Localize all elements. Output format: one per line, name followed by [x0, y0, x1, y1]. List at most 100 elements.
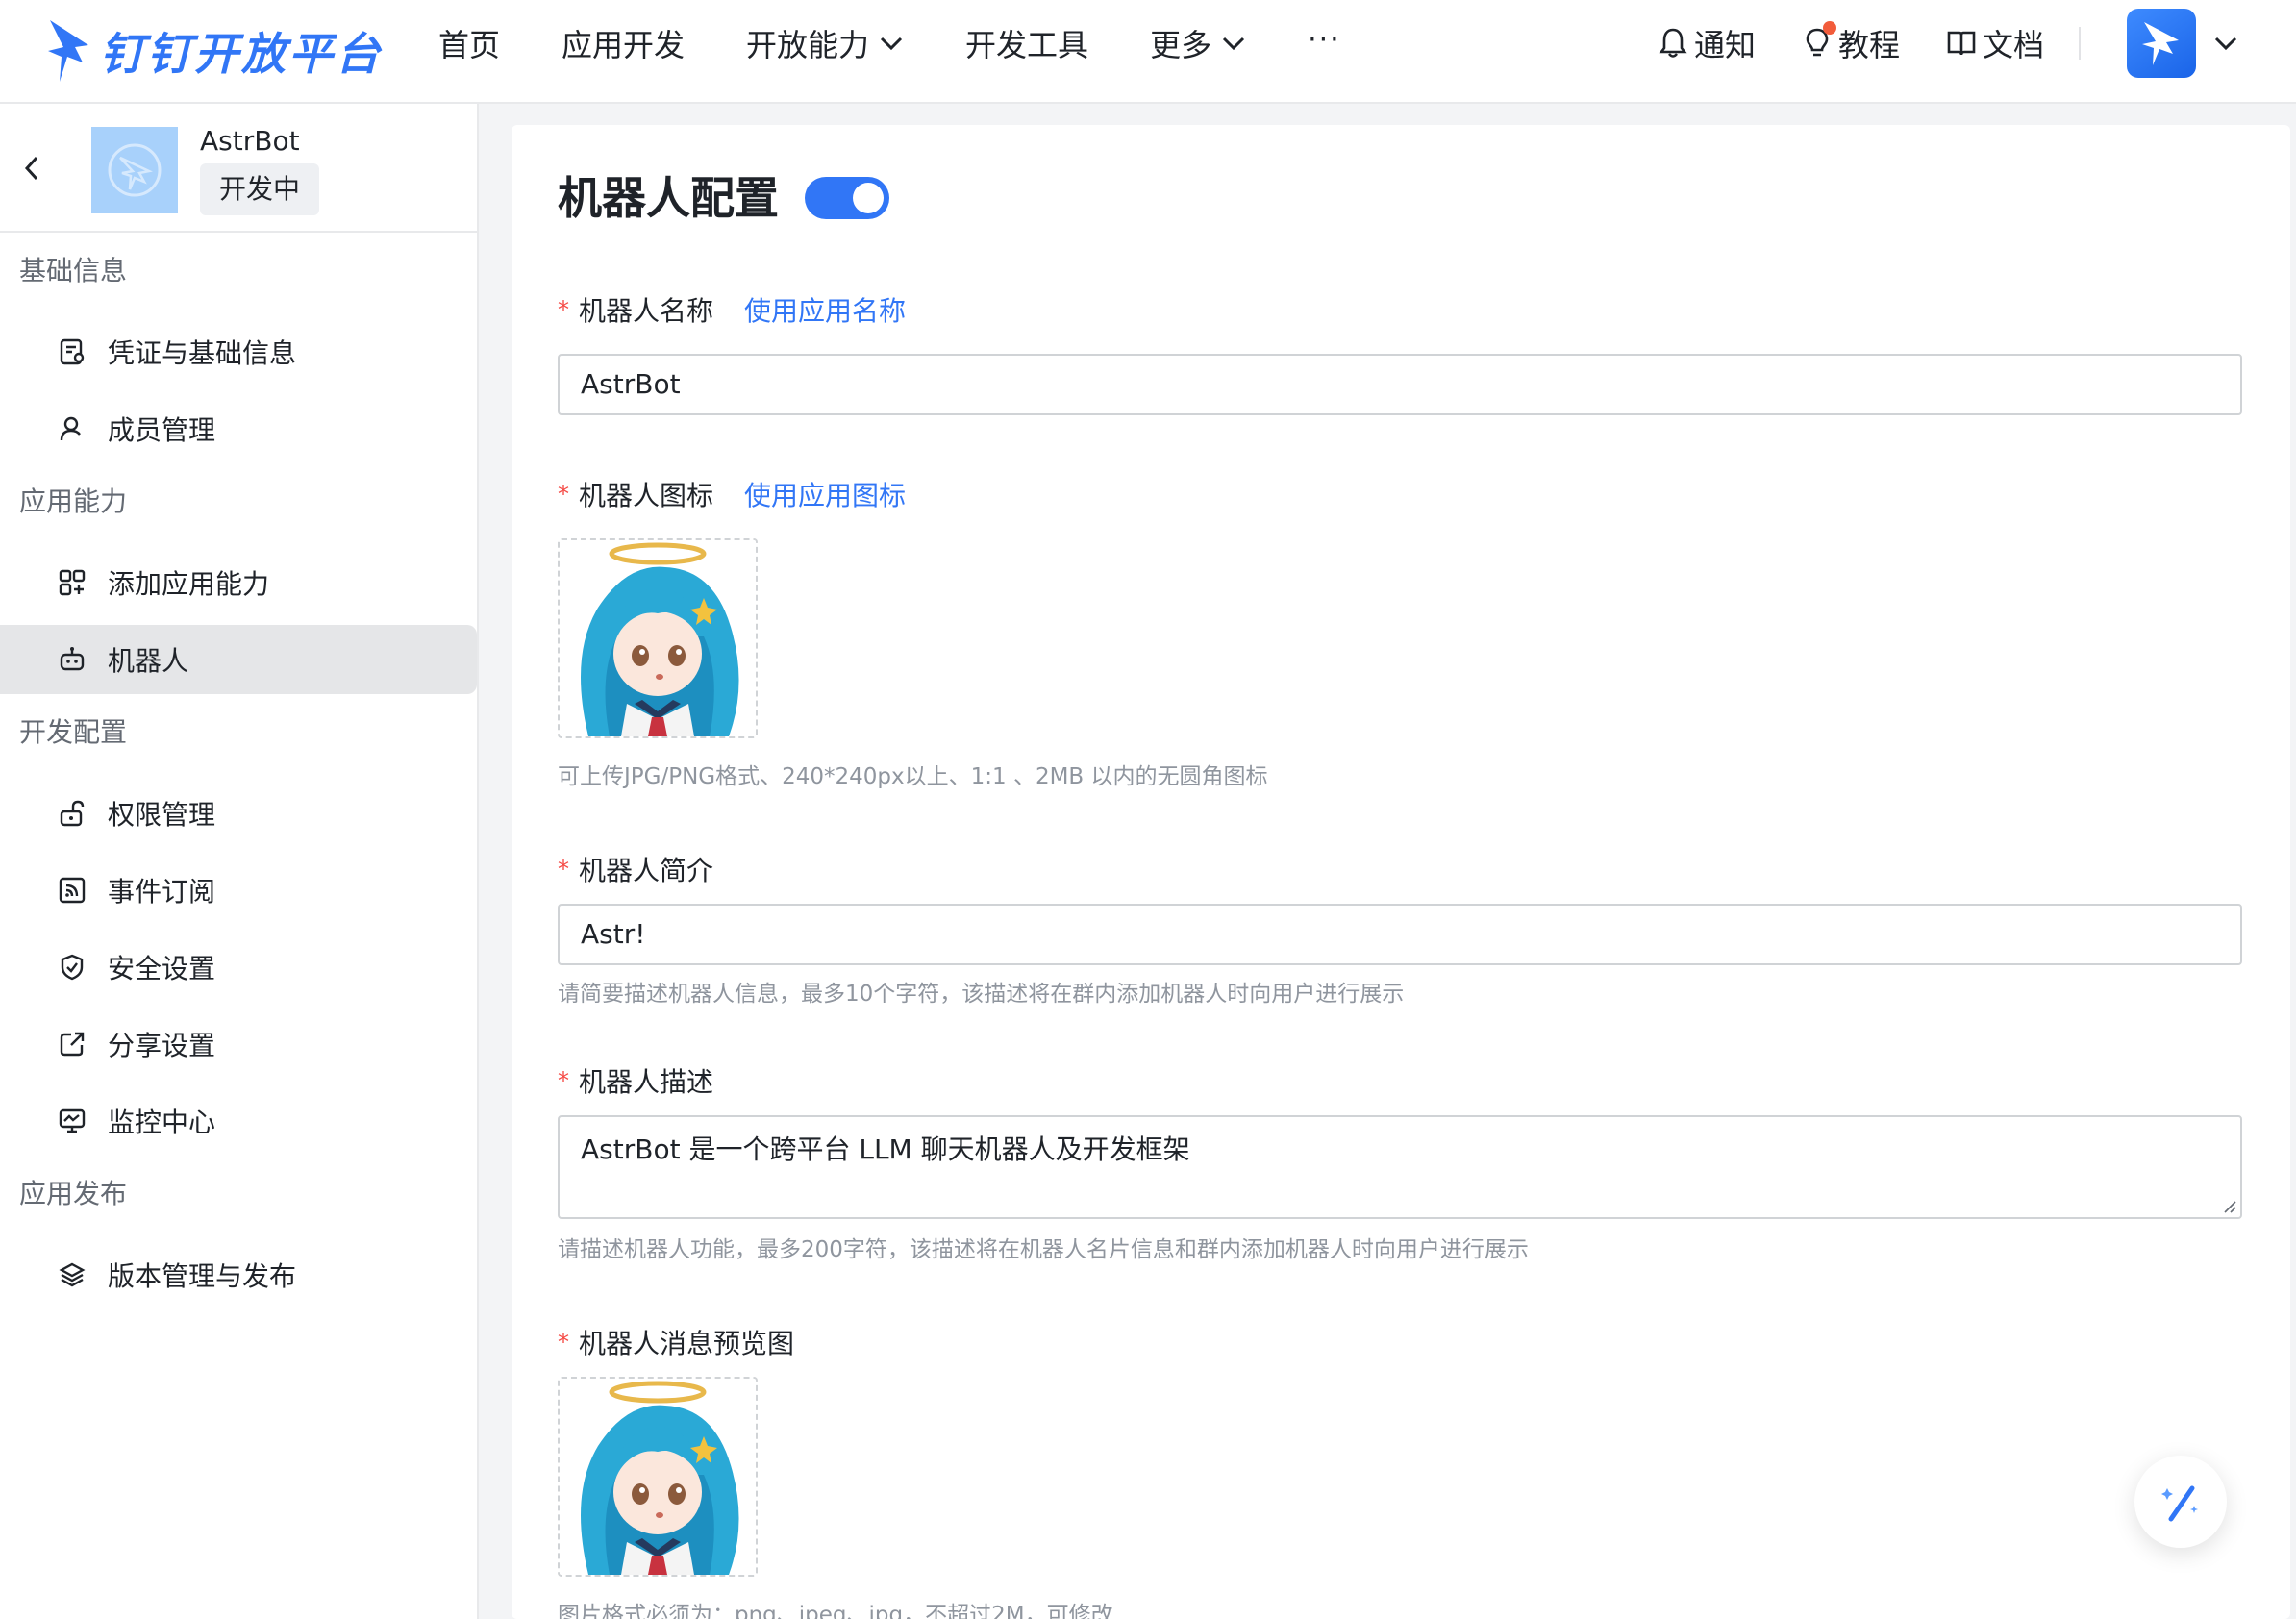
notice-label: 通知: [1693, 27, 1756, 63]
grid-plus-icon: [59, 569, 86, 596]
sidebar: AstrBot 开发中 基础信息 凭证与基础信息 成员管理 应用能力 添加应用能…: [0, 104, 479, 1619]
robot-preview-upload[interactable]: [558, 1377, 758, 1577]
ai-assistant-button[interactable]: [2134, 1456, 2227, 1548]
anime-avatar-icon: [560, 540, 756, 736]
robot-desc-hint: 请描述机器人功能，最多200字符，该描述将在机器人名片信息和群内添加机器人时向用…: [558, 1237, 1529, 1262]
chevron-down-icon: [880, 37, 903, 51]
app-icon: [91, 127, 178, 213]
resize-handle-icon[interactable]: [2221, 1198, 2236, 1213]
robot-name-input[interactable]: AstrBot: [558, 354, 2242, 415]
robot-preview-label: 机器人消息预览图: [579, 1328, 795, 1359]
app-status-badge: 开发中: [200, 163, 320, 215]
nav-home-label: 首页: [438, 27, 501, 63]
back-arrow-icon[interactable]: [21, 154, 42, 183]
page-title: 机器人配置: [558, 172, 779, 224]
robot-config-panel: 机器人配置 * 机器人名称 使用应用名称 AstrBot * 机器人图标 使用应…: [512, 125, 2290, 1619]
header-actions: 通知 教程 文档: [1658, 0, 2296, 87]
robot-icon-upload[interactable]: [558, 538, 758, 738]
sidebar-item-label: 添加应用能力: [108, 568, 270, 600]
robot-enable-toggle[interactable]: [805, 177, 889, 219]
docs-button[interactable]: 文档: [1946, 21, 2044, 65]
robot-preview-label-row: * 机器人消息预览图: [558, 1323, 794, 1361]
sidebar-item-security[interactable]: 安全设置: [0, 933, 477, 1002]
sidebar-item-robot[interactable]: 机器人: [0, 625, 477, 694]
app-placeholder-icon: [108, 143, 162, 197]
sidebar-item-permissions[interactable]: 权限管理: [0, 779, 477, 848]
sidebar-item-label: 机器人: [108, 645, 189, 677]
sidebar-item-monitoring[interactable]: 监控中心: [0, 1086, 477, 1156]
tutorial-badge-dot: [1822, 21, 1836, 35]
nav-open-capabilities[interactable]: 开放能力: [746, 21, 904, 65]
nav-overflow-button[interactable]: ···: [1308, 23, 1341, 57]
book-icon: [1947, 31, 1976, 56]
use-app-icon-link[interactable]: 使用应用图标: [744, 475, 906, 513]
robot-name-label: 机器人名称: [579, 295, 714, 327]
brand-name: 钉钉开放平台: [100, 28, 383, 80]
robot-icon-label-row: * 机器人图标 使用应用图标: [558, 475, 906, 513]
sidebar-item-share[interactable]: 分享设置: [0, 1009, 477, 1079]
section-basic-info: 基础信息: [19, 255, 128, 286]
robot-icon: [60, 647, 85, 671]
section-app-capabilities: 应用能力: [19, 486, 128, 517]
rss-icon: [59, 877, 86, 904]
user-icon: [60, 416, 81, 441]
tutorial-label: 教程: [1837, 27, 1900, 63]
nav-app-dev-label: 应用开发: [562, 27, 686, 63]
robot-icon-hint: 可上传JPG/PNG格式、240*240px以上、1:1 、2MB 以内的无圆角…: [558, 764, 1268, 789]
bell-icon: [1659, 28, 1687, 58]
sidebar-item-credentials[interactable]: 凭证与基础信息: [0, 317, 477, 386]
section-app-publish: 应用发布: [19, 1178, 128, 1209]
robot-desc-textarea[interactable]: AstrBot 是一个跨平台 LLM 聊天机器人及开发框架: [558, 1115, 2242, 1219]
robot-desc-value: AstrBot 是一个跨平台 LLM 聊天机器人及开发框架: [581, 1133, 1190, 1165]
sidebar-item-label: 事件订阅: [108, 876, 216, 908]
required-mark: *: [558, 1329, 569, 1356]
nav-dev-tools-label: 开发工具: [965, 27, 1089, 63]
brand-logo[interactable]: 钉钉开放平台: [46, 8, 383, 94]
robot-intro-hint: 请简要描述机器人信息，最多10个字符，该描述将在群内添加机器人时向用户进行展示: [558, 982, 1405, 1007]
nav-dev-tools[interactable]: 开发工具: [965, 21, 1088, 65]
notice-button[interactable]: 通知: [1658, 21, 1756, 65]
robot-icon-label: 机器人图标: [579, 480, 714, 511]
tutorial-button[interactable]: 教程: [1802, 21, 1900, 65]
robot-intro-label-row: * 机器人简介: [558, 850, 713, 888]
user-avatar[interactable]: [2127, 9, 2196, 78]
robot-name-label-row: * 机器人名称 使用应用名称: [558, 290, 906, 329]
shield-icon: [61, 954, 84, 981]
sidebar-item-versions[interactable]: 版本管理与发布: [0, 1240, 477, 1309]
chevron-down-icon[interactable]: [2213, 36, 2238, 51]
dingtalk-avatar-icon: [2142, 22, 2179, 65]
use-app-name-link[interactable]: 使用应用名称: [744, 290, 906, 329]
nav-home[interactable]: 首页: [438, 21, 500, 65]
nav-more-label: 更多: [1150, 27, 1212, 63]
sidebar-item-members[interactable]: 成员管理: [0, 394, 477, 463]
chevron-down-icon: [1223, 37, 1245, 51]
required-mark: *: [558, 1067, 569, 1094]
external-link-icon: [60, 1032, 85, 1057]
top-header: 钉钉开放平台 首页 应用开发 开放能力 开发工具 更多 ··· 通知 教程 文档: [0, 0, 2296, 104]
docs-label: 文档: [1982, 27, 2044, 63]
app-name: AstrBot: [200, 125, 300, 157]
nav-app-dev[interactable]: 应用开发: [562, 21, 685, 65]
anime-avatar-icon: [560, 1379, 756, 1575]
nav-overflow-label: ···: [1308, 22, 1341, 57]
app-header: AstrBot 开发中: [0, 104, 477, 233]
monitor-icon: [59, 1108, 86, 1133]
required-mark: *: [558, 856, 569, 883]
robot-intro-label: 机器人简介: [579, 855, 714, 886]
lock-icon: [60, 800, 85, 827]
sidebar-item-label: 凭证与基础信息: [108, 337, 297, 369]
robot-desc-label-row: * 机器人描述: [558, 1061, 713, 1100]
sidebar-item-label: 安全设置: [108, 953, 216, 984]
robot-intro-input[interactable]: Astr!: [558, 904, 2242, 965]
nav-more[interactable]: 更多: [1150, 21, 1246, 65]
sidebar-item-event-subscription[interactable]: 事件订阅: [0, 856, 477, 925]
robot-desc-label: 机器人描述: [579, 1066, 714, 1098]
sidebar-item-add-capability[interactable]: 添加应用能力: [0, 548, 477, 617]
sidebar-item-label: 分享设置: [108, 1030, 216, 1061]
sidebar-item-label: 版本管理与发布: [108, 1260, 297, 1292]
sidebar-item-label: 监控中心: [108, 1107, 216, 1138]
robot-preview-hint: 图片格式必须为：png、jpeg、jpg，不超过2M，可修改: [558, 1603, 1113, 1619]
credential-doc-icon: [60, 338, 85, 365]
section-dev-config: 开发配置: [19, 716, 128, 748]
header-divider: [2079, 27, 2081, 60]
